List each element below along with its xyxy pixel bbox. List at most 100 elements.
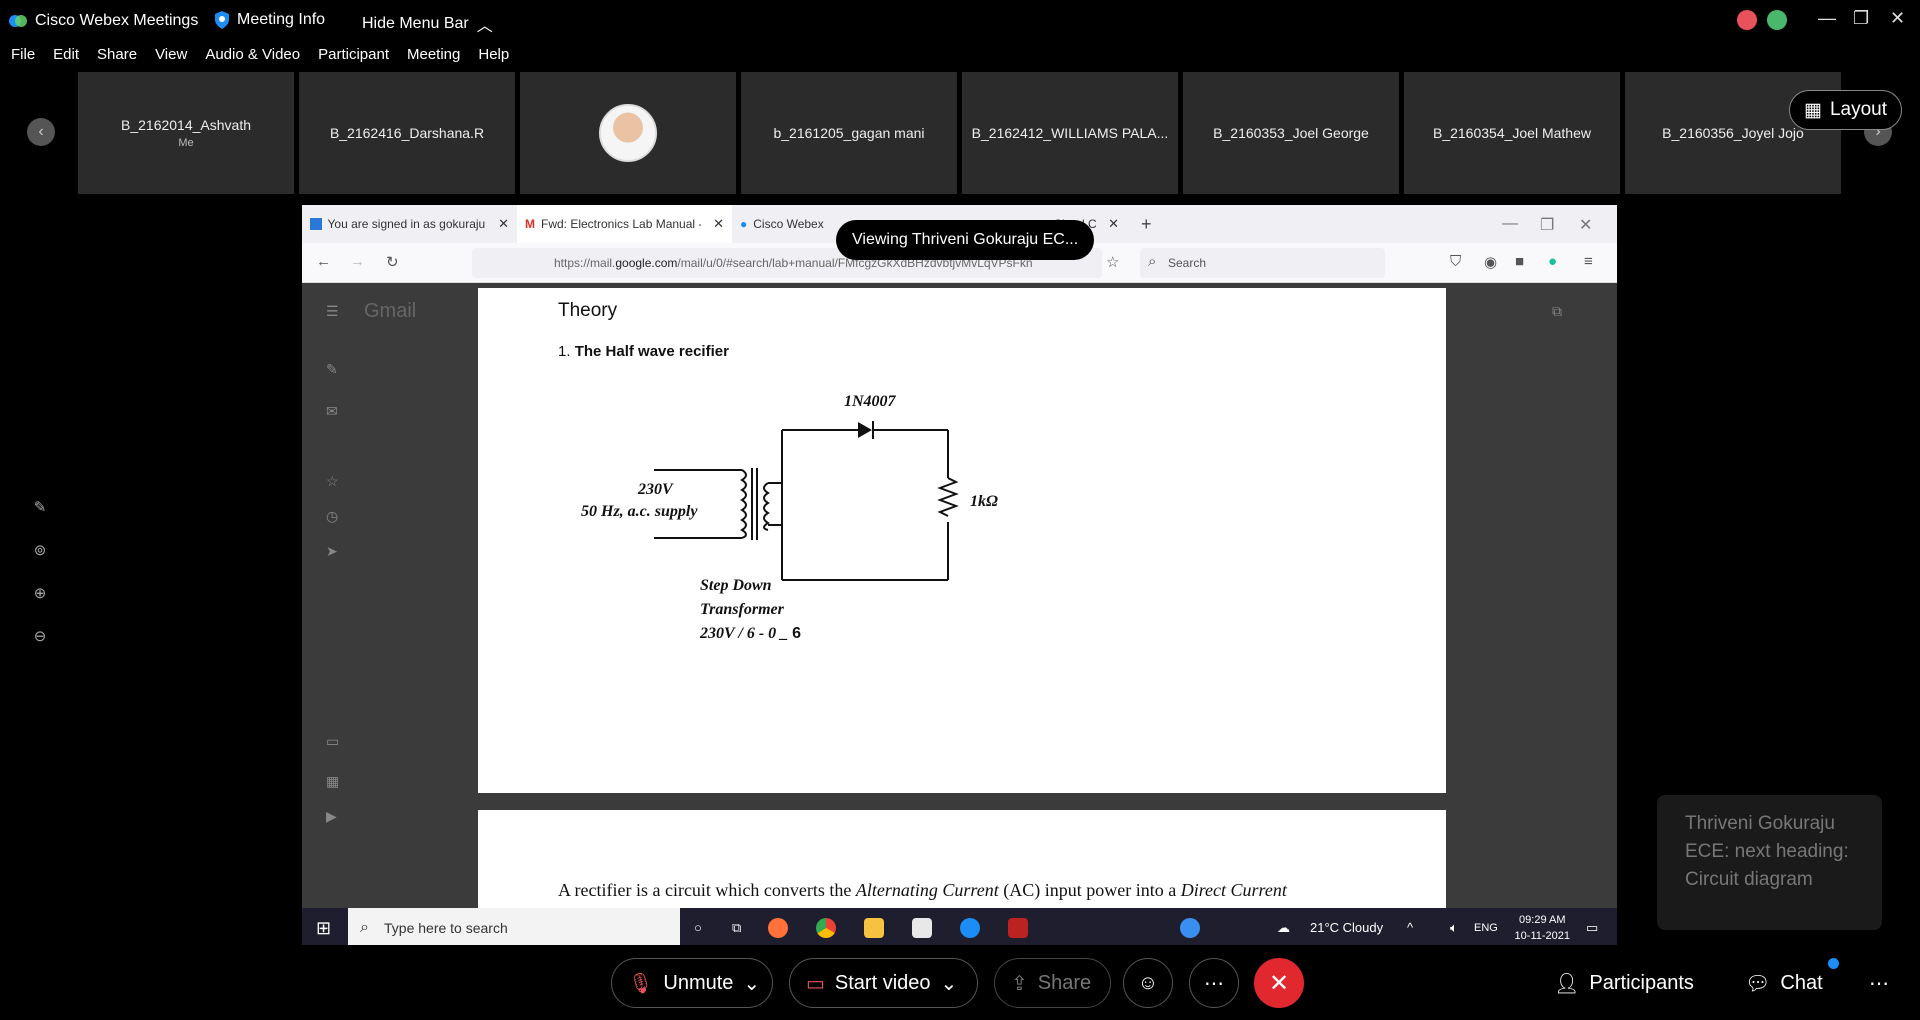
browser-restore-icon[interactable]: ❐ — [1540, 215, 1554, 235]
restore-icon[interactable]: ❐ — [1853, 8, 1869, 29]
menu-file[interactable]: File — [0, 46, 44, 68]
weather-text[interactable]: 21°C Cloudy — [1310, 920, 1383, 935]
windows-taskbar: ⊞ Type here to search ⌕ ○ ⧉ ☁ 21°C Cloud… — [302, 908, 1617, 945]
browser-close-icon[interactable]: ✕ — [1579, 215, 1592, 235]
menu-audio-video[interactable]: Audio & Video — [196, 46, 309, 68]
tab-close-icon[interactable]: ✕ — [498, 216, 509, 232]
windows-start-icon[interactable]: ⊞ — [316, 918, 331, 939]
browser-tab[interactable]: ● Cisco Webex M — [732, 205, 832, 243]
annotation-toolbar: ✎ ⊚ ⊕ ⊖ — [28, 498, 52, 649]
participant-tile[interactable]: B_2160354_Joel Mathew — [1404, 72, 1620, 194]
meeting-info-button[interactable]: Meeting Info — [213, 10, 325, 30]
unmute-button[interactable]: 🎙︎ Unmute ⌄ — [611, 958, 773, 1008]
participant-tile[interactable]: B_2160353_Joel George — [1183, 72, 1399, 194]
chat-label: Chat — [1780, 972, 1823, 994]
annotate-pen-icon[interactable]: ✎ — [28, 498, 52, 520]
browser-search-input[interactable]: Search — [1140, 248, 1385, 278]
zoom-in-icon[interactable]: ⊕ — [28, 584, 52, 606]
tray-chevron-icon[interactable]: ^ — [1407, 920, 1413, 935]
tab-close-icon[interactable]: ✕ — [713, 216, 724, 232]
browser-tab[interactable]: You are signed in as gokuraju.th ✕ — [302, 205, 517, 243]
cloud-icon: ☁ — [1277, 920, 1290, 935]
new-tab-icon[interactable]: + — [1141, 214, 1152, 235]
chat-icon[interactable]: ▭ — [326, 733, 339, 750]
layout-button[interactable]: ▦ Layout — [1789, 90, 1902, 130]
menu-participant[interactable]: Participant — [309, 46, 398, 68]
transformer-line-2: Transformer — [700, 601, 784, 618]
title-bar: Cisco Webex Meetings Meeting Info Hide M… — [0, 0, 1920, 42]
help-taskbar-icon[interactable] — [1180, 918, 1200, 938]
participant-tile-video[interactable] — [520, 72, 736, 194]
share-button[interactable]: ⇪ Share — [994, 958, 1111, 1008]
recording-status-icon[interactable] — [1737, 10, 1757, 30]
reactions-button[interactable]: ☺ — [1123, 958, 1173, 1008]
language-indicator[interactable]: ENG — [1474, 922, 1498, 934]
strip-prev-button[interactable]: ‹ — [27, 118, 55, 146]
menu-meeting[interactable]: Meeting — [398, 46, 469, 68]
taskbar-clock[interactable]: 09:29 AM 10-11-2021 — [1515, 912, 1570, 944]
bookmark-star-icon[interactable]: ☆ — [1106, 253, 1119, 271]
participant-tile[interactable]: b_2161205_gagan mani — [741, 72, 957, 194]
zoom-out-icon[interactable]: ⊖ — [28, 627, 52, 649]
taskbar-search-input[interactable]: Type here to search — [348, 908, 680, 945]
tab-close-icon[interactable]: ✕ — [1108, 216, 1119, 232]
pocket-icon[interactable]: ⛉ — [1450, 253, 1461, 270]
grammarly-icon[interactable]: ● — [1548, 253, 1557, 270]
meet-icon[interactable]: ▶ — [326, 808, 337, 825]
file-explorer-taskbar-icon[interactable] — [864, 918, 884, 938]
store-taskbar-icon[interactable] — [912, 918, 932, 938]
extension-icon[interactable]: ■ — [1515, 253, 1524, 270]
menu-help[interactable]: Help — [469, 46, 518, 68]
minimize-icon[interactable]: — — [1818, 8, 1836, 29]
chrome-taskbar-icon[interactable] — [816, 918, 836, 938]
participant-tile[interactable]: B_2162412_WILLIAMS PALA... — [962, 72, 1178, 194]
start-video-button[interactable]: ▭ Start video ⌄ — [789, 958, 978, 1008]
menu-share[interactable]: Share — [88, 46, 146, 68]
browser-menu-icon[interactable]: ≡ — [1584, 253, 1593, 270]
close-icon: ✕ — [1268, 969, 1290, 997]
tab-favicon-icon — [310, 218, 322, 230]
more-menu-button[interactable]: ⋯ — [1869, 971, 1889, 996]
menu-edit[interactable]: Edit — [44, 46, 88, 68]
participant-name: B_2160354_Joel Mathew — [1432, 125, 1591, 141]
close-icon[interactable]: ✕ — [1890, 8, 1905, 29]
send-icon[interactable]: ➤ — [326, 543, 338, 560]
participant-tile[interactable]: B_2162416_Darshana.R — [299, 72, 515, 194]
cortana-icon[interactable]: ○ — [694, 920, 702, 935]
webex-taskbar-icon[interactable] — [960, 918, 980, 938]
clock-icon[interactable]: ◷ — [326, 508, 338, 525]
participant-tile[interactable]: B_2162014_Ashvath Me — [78, 72, 294, 194]
task-view-icon[interactable]: ⧉ — [732, 920, 741, 936]
menu-view[interactable]: View — [146, 46, 196, 68]
notification-icon[interactable]: ▭ — [1586, 920, 1598, 936]
more-options-button[interactable]: ⋯ — [1189, 958, 1239, 1008]
reload-icon[interactable]: ↻ — [386, 253, 399, 271]
chevron-down-icon[interactable]: ⌄ — [743, 971, 760, 996]
remote-control-icon[interactable]: ⊚ — [28, 541, 52, 563]
gmail-menu-icon[interactable]: ☰ — [326, 303, 339, 320]
network-health-icon[interactable] — [1767, 10, 1787, 30]
transformer-line-1: Step Down — [700, 577, 772, 594]
url-domain: google.com — [615, 256, 678, 270]
open-new-window-icon[interactable]: ⧉ — [1552, 303, 1562, 320]
inbox-icon[interactable]: ✉ — [326, 403, 338, 420]
chevron-down-icon[interactable]: ⌄ — [941, 971, 958, 996]
star-icon[interactable]: ☆ — [326, 473, 339, 490]
compose-icon[interactable]: ✎ — [326, 361, 338, 378]
browser-minimize-icon[interactable]: — — [1502, 215, 1518, 233]
hide-menu-bar-button[interactable]: Hide Menu Bar ︿ — [362, 12, 493, 36]
rooms-icon[interactable]: ▦ — [326, 773, 339, 790]
webex-logo-icon — [9, 15, 27, 27]
chat-notification-toast[interactable]: Thriveni Gokuraju ECE: next heading: Cir… — [1657, 795, 1882, 930]
participants-button[interactable]: 👤︎ Participants — [1554, 971, 1694, 996]
forward-icon[interactable]: → — [350, 253, 365, 270]
firefox-taskbar-icon[interactable] — [768, 918, 788, 938]
rss-icon[interactable]: ◉ — [1484, 253, 1497, 271]
speaker-icon[interactable]: 🔈︎ — [1450, 920, 1458, 936]
app-taskbar-icon[interactable] — [1008, 918, 1028, 938]
participant-name: B_2162014_Ashvath — [121, 117, 251, 133]
chat-button[interactable]: 💬︎ Chat — [1745, 971, 1823, 996]
back-icon[interactable]: ← — [316, 253, 331, 270]
leave-meeting-button[interactable]: ✕ — [1254, 958, 1304, 1008]
browser-tab-active[interactable]: M Fwd: Electronics Lab Manual - g ✕ — [517, 205, 732, 243]
